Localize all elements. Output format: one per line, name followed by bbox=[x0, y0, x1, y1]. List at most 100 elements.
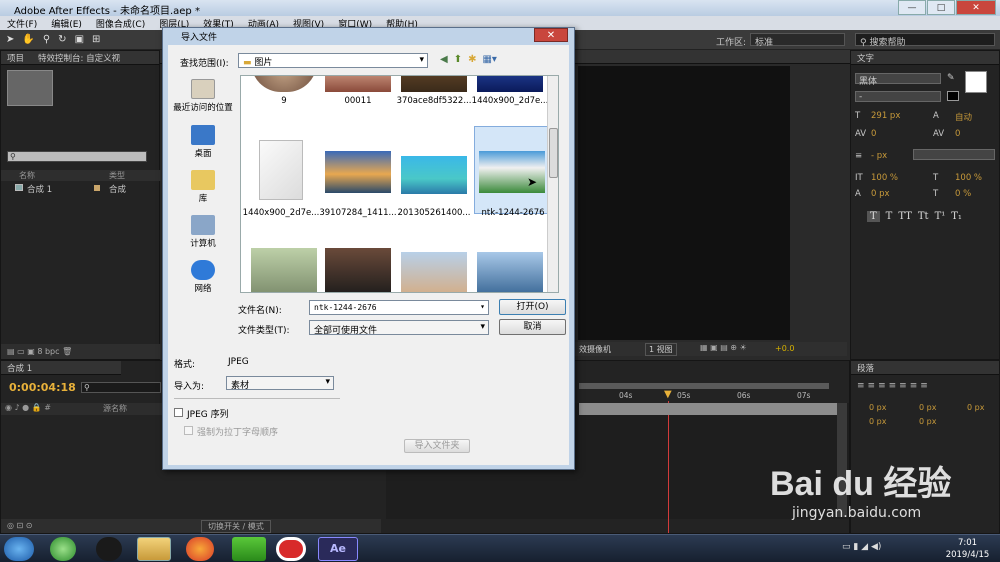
filetype-select[interactable]: 全部可使用文件 ▾ bbox=[309, 320, 489, 336]
space-before-value[interactable]: 0 px bbox=[869, 417, 886, 426]
tray-clock[interactable]: 7:01 2019/4/15 bbox=[940, 537, 995, 561]
media-app-icon[interactable] bbox=[232, 537, 266, 561]
place-network[interactable]: 网络 bbox=[168, 260, 238, 294]
indent-right-value[interactable]: 0 px bbox=[967, 403, 984, 412]
import-folder-button[interactable]: 导入文件夹 bbox=[404, 439, 470, 453]
effects-tab[interactable]: 特效控制台: 自定义视 bbox=[38, 52, 120, 64]
jpeg-sequence-checkbox[interactable] bbox=[174, 408, 183, 417]
file-name-370ace[interactable]: 370ace8df5322... bbox=[394, 96, 474, 106]
font-style-select[interactable]: - bbox=[855, 91, 941, 102]
project-tab[interactable]: 项目 bbox=[7, 52, 24, 64]
paragraph-tab[interactable]: 段落 bbox=[857, 364, 874, 374]
file-explorer-icon[interactable] bbox=[137, 537, 171, 561]
back-icon[interactable]: ◀ bbox=[440, 54, 448, 65]
place-computer[interactable]: 计算机 bbox=[168, 215, 238, 249]
source-name-column[interactable]: 源名称 bbox=[103, 403, 127, 414]
place-library[interactable]: 库 bbox=[168, 170, 238, 204]
viewer-toggle-icons[interactable]: ▦ ▣ ▤ ⊕ ☀ bbox=[700, 343, 747, 352]
after-effects-taskbar-icon[interactable]: Ae bbox=[318, 537, 358, 561]
bpc-label[interactable]: 8 bpc bbox=[37, 347, 59, 356]
file-name-00011[interactable]: 00011 bbox=[318, 96, 398, 106]
browser-360-icon[interactable] bbox=[50, 537, 76, 561]
timecode[interactable]: 0:00:04:18 bbox=[9, 381, 76, 394]
menu-file[interactable]: 文件(F) bbox=[0, 16, 44, 30]
file-thumb-row3-a[interactable] bbox=[251, 248, 317, 292]
timeline-footer-icons[interactable]: ◎ ⊡ ⊙ bbox=[7, 521, 32, 530]
vertical-scale-value[interactable]: 100 % bbox=[871, 173, 898, 183]
help-search-input[interactable]: ⚲ 搜索帮助 bbox=[855, 33, 995, 48]
time-ruler[interactable]: 04s 05s 06s 07s bbox=[579, 391, 841, 403]
exposure-value[interactable]: +0.0 bbox=[775, 344, 794, 353]
selection-tool-icon[interactable]: ➤ bbox=[6, 34, 14, 46]
kerning-value[interactable]: 0 bbox=[871, 129, 876, 139]
file-thumb-201305261400[interactable] bbox=[401, 156, 467, 194]
current-time-indicator[interactable]: ▼ bbox=[664, 389, 673, 401]
maximize-button[interactable]: □ bbox=[927, 0, 955, 15]
file-thumb-00011[interactable] bbox=[325, 76, 391, 92]
work-area-bar[interactable] bbox=[579, 383, 829, 389]
interpret-footage-icon[interactable]: ▤ bbox=[7, 347, 17, 356]
comp-duration-bar[interactable] bbox=[579, 403, 837, 415]
new-comp-icon[interactable]: ▣ bbox=[27, 347, 37, 356]
stroke-style-select[interactable] bbox=[913, 149, 995, 160]
file-name-9[interactable]: 9 bbox=[244, 96, 324, 106]
space-after-value[interactable]: 0 px bbox=[919, 417, 936, 426]
start-button[interactable] bbox=[4, 537, 34, 561]
file-thumb-row3-d[interactable] bbox=[477, 252, 543, 292]
indent-first-value[interactable]: 0 px bbox=[919, 403, 936, 412]
baseline-shift-value[interactable]: 0 px bbox=[871, 189, 890, 199]
minimize-button[interactable]: — bbox=[898, 0, 926, 15]
camera-tool-icon[interactable]: ▣ bbox=[75, 34, 84, 46]
project-search-input[interactable]: ⚲ bbox=[7, 151, 147, 162]
character-tab[interactable]: 文字 bbox=[857, 54, 874, 64]
qq-icon[interactable] bbox=[96, 537, 122, 561]
look-in-select[interactable]: ▬ 图片 ▾ bbox=[238, 53, 428, 68]
tray-icons[interactable]: ▭ ▮ ◢ ◀) bbox=[842, 542, 932, 556]
leading-value[interactable]: 自动 bbox=[955, 111, 972, 123]
eyedropper-icon[interactable]: ✎ bbox=[947, 73, 957, 85]
file-thumb-39107284[interactable] bbox=[325, 151, 391, 193]
file-thumb-370ace[interactable] bbox=[401, 76, 467, 92]
menu-edit[interactable]: 编辑(E) bbox=[44, 16, 89, 30]
faux-italic-button[interactable]: T bbox=[886, 211, 893, 222]
timeline-tab[interactable]: 合成 1 bbox=[7, 364, 32, 374]
horizontal-scale-value[interactable]: 100 % bbox=[955, 173, 982, 183]
subscript-button[interactable]: T₁ bbox=[951, 211, 962, 222]
scroll-thumb[interactable] bbox=[549, 128, 558, 178]
file-list-scrollbar[interactable] bbox=[547, 76, 558, 292]
file-thumb-1440-a[interactable] bbox=[477, 76, 543, 92]
screen-recorder-icon[interactable] bbox=[276, 537, 306, 561]
cancel-button[interactable]: 取消 bbox=[499, 319, 566, 335]
file-name-39107284[interactable]: 39107284_1411... bbox=[318, 208, 398, 218]
project-item-row[interactable]: 合成 1 合成 bbox=[1, 182, 161, 195]
toggle-switches-modes[interactable]: 切换开关 / 模式 bbox=[201, 520, 271, 533]
font-family-select[interactable]: 黑体 bbox=[855, 73, 941, 87]
indent-left-value[interactable]: 0 px bbox=[869, 403, 886, 412]
firefox-icon[interactable] bbox=[186, 537, 214, 561]
filename-input[interactable]: ntk-1244-2676 ▾ bbox=[309, 300, 489, 315]
tracking-value[interactable]: 0 bbox=[955, 129, 960, 139]
font-size-value[interactable]: 291 px bbox=[871, 111, 900, 121]
view-menu-icon[interactable]: ▦▾ bbox=[482, 54, 496, 65]
camera-select[interactable]: 效摄像机 bbox=[579, 344, 611, 355]
file-name-ntk-1244-2676[interactable]: ntk-1244-2676 bbox=[473, 208, 553, 218]
file-name-1440-b[interactable]: 1440x900_2d7e... bbox=[241, 208, 321, 218]
rotate-tool-icon[interactable]: ↻ bbox=[58, 34, 66, 46]
open-button[interactable]: 打开(O) bbox=[499, 299, 566, 315]
alignment-buttons[interactable]: ≡≡≡≡≡≡≡ bbox=[857, 381, 931, 391]
timeline-search-input[interactable]: ⚲ bbox=[81, 382, 161, 393]
layer-switch-icons[interactable]: ◉ ♪ ● 🔒 # bbox=[5, 403, 51, 412]
tsume-value[interactable]: 0 % bbox=[955, 189, 971, 199]
stroke-color-swatch[interactable] bbox=[947, 91, 959, 101]
file-list[interactable]: 9 00011 370ace8df5322... 1440x900_2d7e..… bbox=[240, 75, 559, 293]
file-thumb-row3-b[interactable] bbox=[325, 248, 391, 292]
place-desktop[interactable]: 桌面 bbox=[168, 125, 238, 159]
zoom-tool-icon[interactable]: ⚲ bbox=[43, 34, 50, 46]
all-caps-button[interactable]: TT bbox=[898, 211, 912, 222]
fill-color-swatch[interactable] bbox=[965, 71, 987, 93]
faux-bold-button[interactable]: T bbox=[867, 211, 880, 222]
dialog-close-button[interactable]: ✕ bbox=[534, 28, 568, 42]
file-thumb-9[interactable] bbox=[251, 76, 317, 92]
column-name[interactable]: 名称 bbox=[19, 170, 35, 181]
superscript-button[interactable]: T¹ bbox=[935, 211, 946, 222]
